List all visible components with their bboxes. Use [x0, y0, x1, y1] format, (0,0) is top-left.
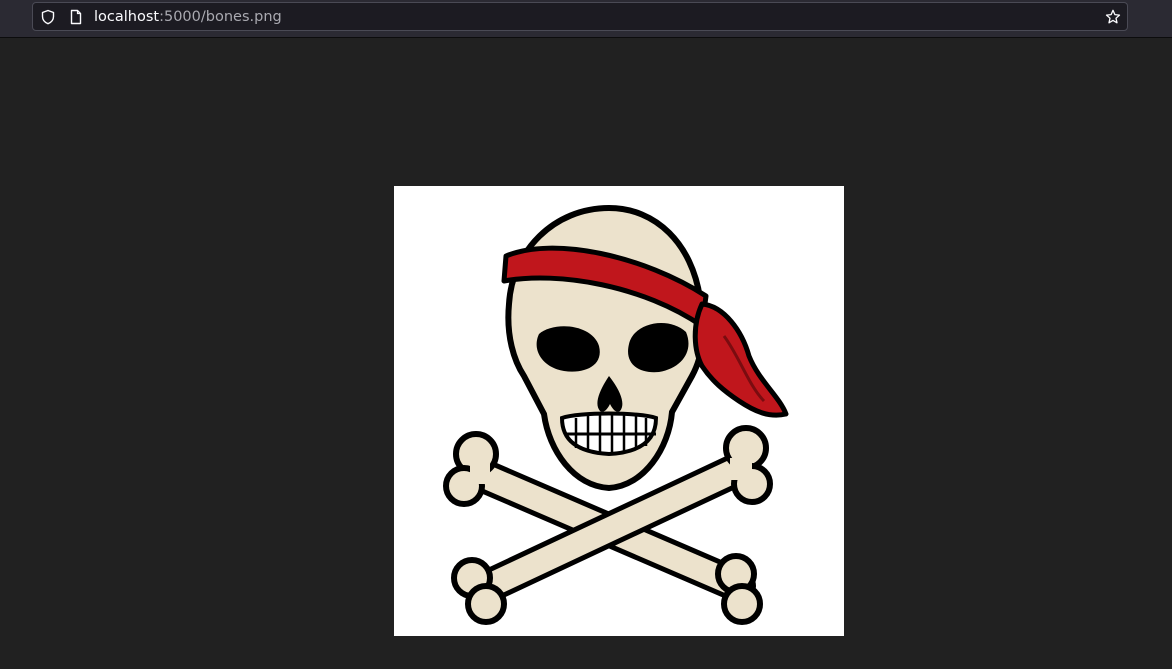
shield-icon[interactable] — [40, 9, 56, 25]
url-host: localhost — [94, 9, 160, 25]
skull-and-crossbones-illustration — [443, 204, 789, 625]
url-path: :5000/bones.png — [159, 9, 282, 25]
url-bar[interactable]: localhost:5000/bones.png — [32, 2, 1128, 31]
bones-image[interactable] — [394, 186, 844, 636]
image-viewport — [0, 38, 1172, 669]
page-icon — [68, 9, 84, 25]
browser-toolbar: localhost:5000/bones.png — [0, 0, 1172, 38]
star-icon[interactable] — [1105, 9, 1121, 25]
url-text[interactable]: localhost:5000/bones.png — [94, 8, 282, 26]
